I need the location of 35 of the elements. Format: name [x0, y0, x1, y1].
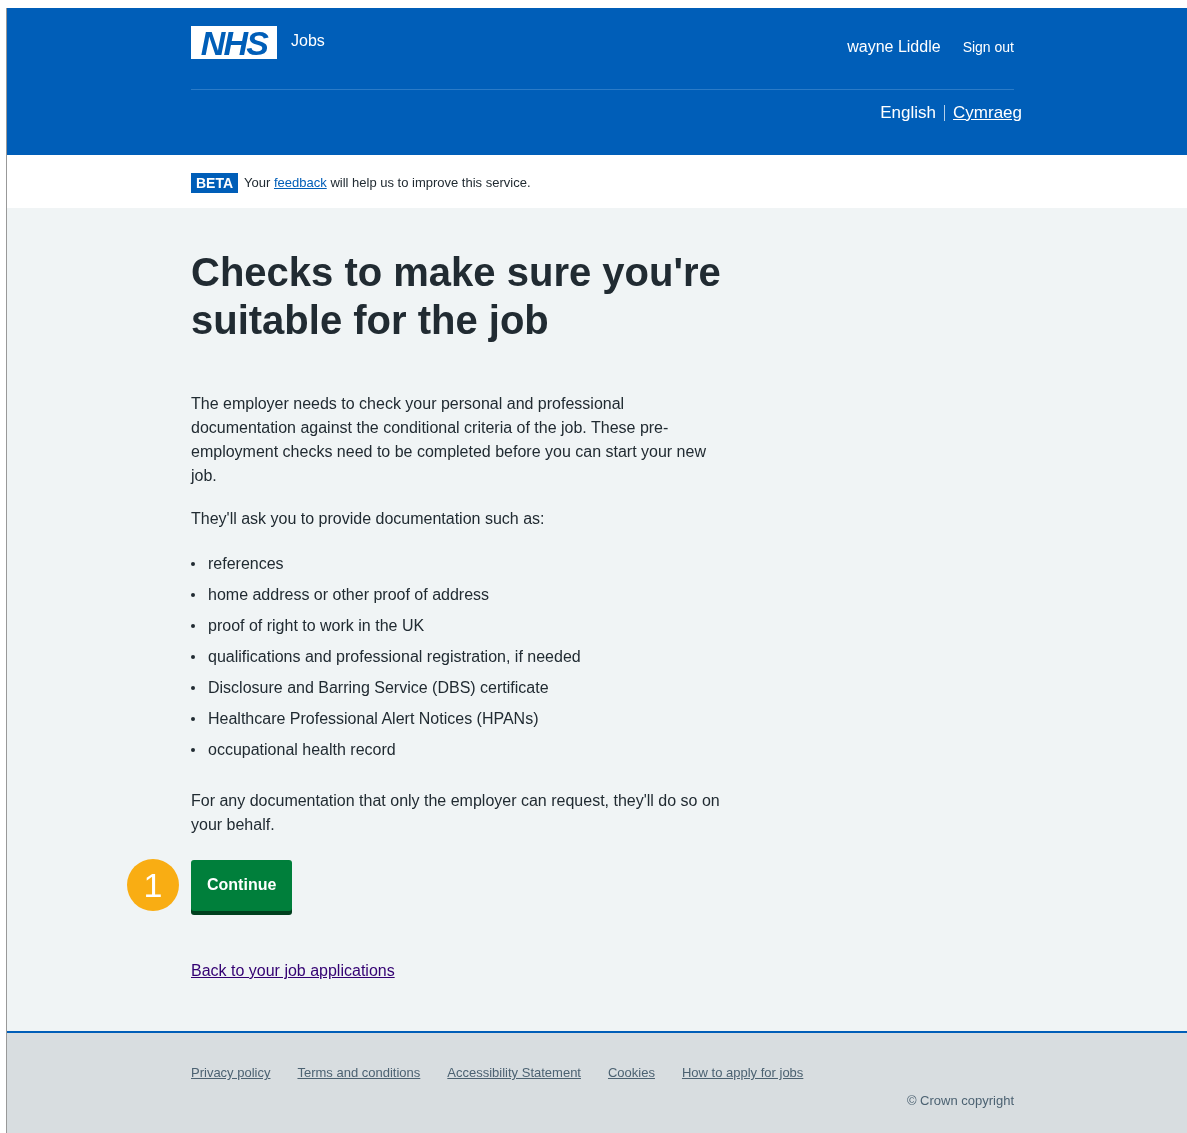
nhs-logo[interactable]: NHS [191, 26, 277, 59]
language-link[interactable]: English [880, 100, 937, 126]
body-paragraph: For any documentation that only the employer can request, they'll do so on your behalf. [191, 791, 721, 835]
user-name: wayne Liddle [847, 37, 941, 57]
bullet-icon [191, 654, 195, 659]
footer-link[interactable]: Terms and conditions [297, 1063, 421, 1083]
list-item: references [208, 553, 284, 574]
bullet-icon [191, 685, 195, 690]
back-link[interactable]: Back to your job applications [191, 959, 731, 983]
language-link[interactable]: Cymraeg [953, 100, 1022, 126]
list-item: Disclosure and Barring Service (DBS) certificate [208, 677, 549, 698]
footer-link[interactable]: How to apply for jobs [681, 1063, 804, 1083]
bullet-icon [191, 592, 195, 597]
beta-message: Your feedback will help us to improve this service. [244, 173, 531, 192]
body-paragraph: The employer needs to check your personal and professional documentation against the conditional criteria of the job. These pre-employment checks need to be completed before you can start your new job. [191, 394, 707, 486]
sign-out-link[interactable]: Sign out [962, 36, 1014, 58]
footer-link[interactable]: Accessibility Statement [447, 1063, 581, 1083]
list-item: occupational health record [208, 739, 396, 760]
body-paragraph: They'll ask you to provide documentation such as: [191, 509, 546, 529]
list-item: Healthcare Professional Alert Notices (HPANs) [208, 708, 539, 729]
page-title: Checks to make sure you're suitable for the job [191, 249, 722, 344]
bullet-icon [191, 561, 195, 566]
list-item: proof of right to work in the UK [208, 615, 425, 636]
list-item: qualifications and professional registration, if needed [208, 646, 581, 667]
copyright-text: © Crown copyright [906, 1091, 1014, 1110]
bullet-icon [191, 623, 195, 628]
list-item: home address or other proof of address [208, 584, 490, 605]
service-name: Jobs [291, 31, 325, 51]
bullet-icon [191, 747, 195, 752]
step-marker: 1 [127, 859, 179, 911]
beta-tag: BETA [191, 172, 239, 193]
footer-link[interactable]: Cookies [608, 1063, 655, 1083]
footer-link[interactable]: Privacy policy [191, 1063, 271, 1083]
bullet-icon [191, 716, 195, 721]
feedback-link[interactable]: feedback [274, 174, 327, 190]
